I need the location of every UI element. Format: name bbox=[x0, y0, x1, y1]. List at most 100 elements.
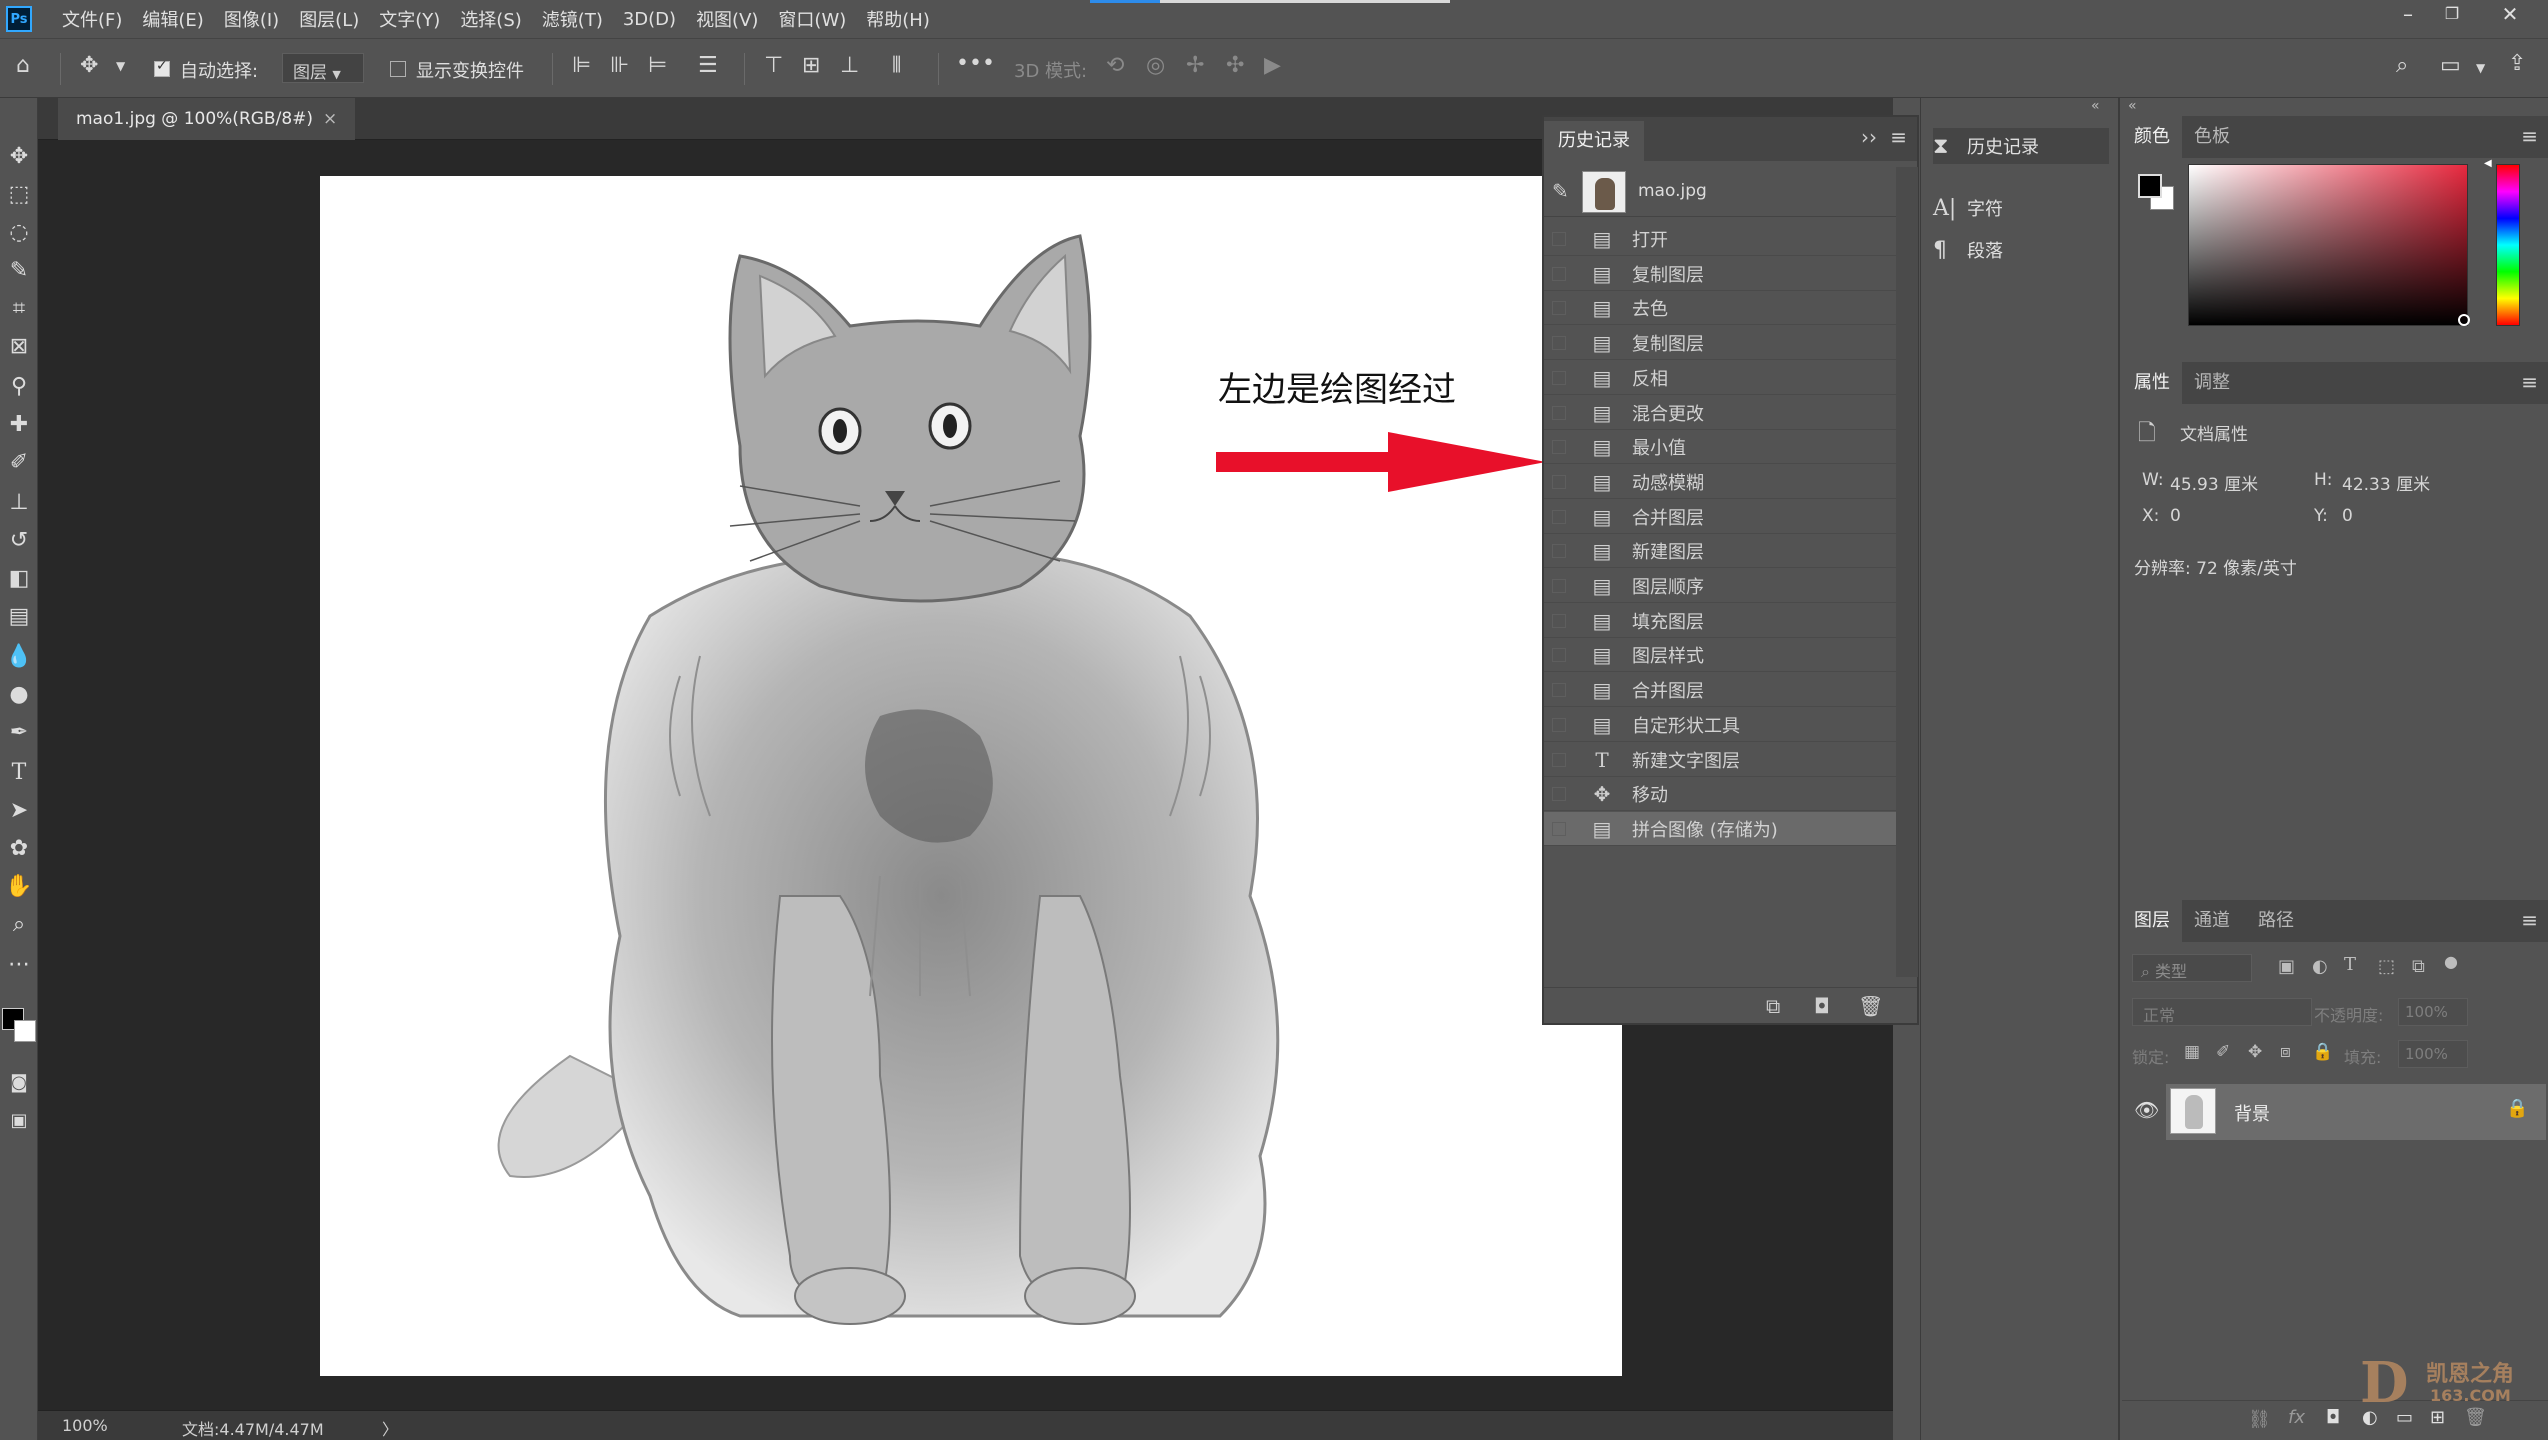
history-item[interactable]: ▤ 最小值 bbox=[1544, 430, 1896, 465]
dodge-tool-icon[interactable]: ● bbox=[4, 680, 34, 710]
menu-select[interactable]: 选择(S) bbox=[460, 6, 521, 32]
filter-adjustment-icon[interactable]: ◐ bbox=[2312, 956, 2328, 977]
chevron-down-icon[interactable]: ▼ bbox=[2476, 61, 2485, 75]
3d-roll-icon[interactable]: ◎ bbox=[1146, 53, 1165, 78]
3d-pan-icon[interactable]: ✢ bbox=[1186, 53, 1204, 78]
history-source-checkbox[interactable] bbox=[1552, 336, 1566, 351]
layer-row-background[interactable]: 背景 🔒 bbox=[2166, 1084, 2546, 1140]
history-item[interactable]: ▤ 新建图层 bbox=[1544, 534, 1896, 569]
history-item[interactable]: ▤ 图层顺序 bbox=[1544, 569, 1896, 603]
foreground-color-swatch-front[interactable] bbox=[2138, 174, 2162, 198]
menu-filter[interactable]: 滤镜(T) bbox=[542, 6, 603, 32]
history-brush-source-icon[interactable]: ✎ bbox=[1552, 179, 1569, 203]
align-center-icon[interactable]: ⊪ bbox=[610, 53, 629, 78]
tab-swatches[interactable]: 色板 bbox=[2182, 116, 2242, 158]
workspace-icon[interactable]: ▭ bbox=[2440, 53, 2461, 78]
menu-window[interactable]: 窗口(W) bbox=[778, 6, 846, 32]
background-color-swatch[interactable] bbox=[14, 1020, 36, 1042]
lasso-tool-icon[interactable]: ◌ bbox=[4, 218, 34, 248]
tab-adjustments[interactable]: 调整 bbox=[2182, 362, 2242, 404]
frame-tool-icon[interactable]: ⊠ bbox=[4, 332, 34, 362]
document-canvas[interactable] bbox=[320, 176, 1622, 1376]
history-item[interactable]: ▤ 填充图层 bbox=[1544, 604, 1896, 638]
stamp-tool-icon[interactable]: ⊥ bbox=[4, 488, 34, 518]
filter-toggle-icon[interactable]: ● bbox=[2444, 952, 2458, 971]
link-layers-icon[interactable]: ⛓ bbox=[2248, 1409, 2271, 1430]
chevron-down-icon[interactable]: ▼ bbox=[116, 59, 125, 73]
panel-menu-icon[interactable]: ≡ bbox=[2521, 908, 2538, 932]
tab-channels[interactable]: 通道 bbox=[2182, 900, 2242, 942]
trash-icon[interactable]: 🗑 bbox=[2464, 1407, 2487, 1428]
history-brush-tool-icon[interactable]: ↺ bbox=[4, 526, 34, 556]
history-item[interactable]: ▤ 拼合图像 (存储为) bbox=[1544, 811, 1896, 846]
color-picker-field[interactable] bbox=[2188, 164, 2468, 326]
distribute-vertical-icon[interactable]: ☰ bbox=[698, 53, 718, 78]
restore-icon[interactable]: ❐ bbox=[2432, 4, 2472, 23]
layer-filter-dropdown[interactable]: ⌕ 类型 bbox=[2132, 954, 2252, 982]
history-source-checkbox[interactable] bbox=[1552, 232, 1566, 246]
tab-properties[interactable]: 属性 bbox=[2122, 362, 2182, 404]
move-tool-icon[interactable]: ✥ bbox=[80, 53, 98, 78]
panel-menu-icon[interactable]: ≡ bbox=[2521, 124, 2538, 148]
filter-pixel-icon[interactable]: ▣ bbox=[2278, 956, 2295, 977]
history-item[interactable]: ▤ 混合更改 bbox=[1544, 396, 1896, 430]
lock-pixels-icon[interactable]: ✐ bbox=[2216, 1042, 2230, 1062]
more-options-icon[interactable]: ••• bbox=[956, 51, 995, 76]
history-item[interactable]: ✥ 移动 bbox=[1544, 777, 1896, 812]
3d-slide-icon[interactable]: ✣ bbox=[1226, 53, 1244, 78]
hue-slider[interactable] bbox=[2496, 164, 2520, 326]
move-tool-icon[interactable]: ✥ bbox=[4, 142, 34, 172]
document-tab[interactable]: mao1.jpg @ 100%(RGB/8#) × bbox=[58, 98, 356, 140]
crop-tool-icon[interactable]: ⌗ bbox=[4, 294, 34, 324]
eraser-tool-icon[interactable]: ◧ bbox=[4, 564, 34, 594]
healing-brush-tool-icon[interactable]: ✚ bbox=[4, 410, 34, 440]
y-value[interactable]: 0 bbox=[2342, 506, 2353, 526]
history-item[interactable]: ▤ 复制图层 bbox=[1544, 257, 1896, 291]
blend-mode-dropdown[interactable]: 正常 bbox=[2132, 998, 2312, 1026]
history-source-checkbox[interactable] bbox=[1552, 787, 1566, 802]
history-source-checkbox[interactable] bbox=[1552, 579, 1566, 593]
auto-select-checkbox[interactable] bbox=[154, 58, 170, 77]
history-item[interactable]: ▤ 反相 bbox=[1544, 361, 1896, 395]
history-item[interactable]: ▤ 打开 bbox=[1544, 222, 1896, 256]
tab-color[interactable]: 颜色 bbox=[2122, 116, 2182, 158]
history-item[interactable]: ▤ 合并图层 bbox=[1544, 673, 1896, 708]
menu-edit[interactable]: 编辑(E) bbox=[142, 6, 203, 32]
history-source-checkbox[interactable] bbox=[1552, 474, 1566, 489]
3d-camera-icon[interactable]: ▶ bbox=[1264, 53, 1281, 78]
path-select-tool-icon[interactable]: ➤ bbox=[4, 796, 34, 826]
add-mask-icon[interactable]: ◘ bbox=[2326, 1407, 2340, 1428]
panel-menu-icon[interactable]: ≡ bbox=[1890, 125, 1907, 149]
new-layer-icon[interactable]: ⊞ bbox=[2430, 1407, 2445, 1428]
marquee-tool-icon[interactable]: ⬚ bbox=[4, 180, 34, 210]
collapsed-paragraph-button[interactable]: ¶ 段落 bbox=[1933, 232, 2109, 268]
history-source-checkbox[interactable] bbox=[1552, 683, 1566, 698]
shape-tool-icon[interactable]: ✿ bbox=[4, 834, 34, 864]
brush-tool-icon[interactable]: ✐ bbox=[4, 448, 34, 478]
history-item[interactable]: ▤ 自定形状工具 bbox=[1544, 708, 1896, 742]
distribute-horizontal-icon[interactable]: ⫴ bbox=[892, 53, 901, 78]
blur-tool-icon[interactable]: 💧 bbox=[4, 642, 34, 672]
screen-mode-icon[interactable]: ▣ bbox=[4, 1106, 34, 1136]
lock-artboard-icon[interactable]: ⧈ bbox=[2280, 1042, 2291, 1062]
more-tools-icon[interactable]: ⋯ bbox=[4, 950, 34, 980]
hue-slider-handle[interactable]: ◀ bbox=[2484, 158, 2492, 169]
menu-type[interactable]: 文字(Y) bbox=[379, 6, 440, 32]
expand-icon[interactable]: ›› bbox=[1861, 125, 1877, 149]
lock-all-icon[interactable]: 🔒 bbox=[2312, 1042, 2333, 1062]
zoom-level[interactable]: 100% bbox=[62, 1416, 108, 1435]
filter-smart-object-icon[interactable]: ⧉ bbox=[2412, 956, 2425, 977]
fx-icon[interactable]: fx bbox=[2288, 1407, 2305, 1428]
pen-tool-icon[interactable]: ✒ bbox=[4, 718, 34, 748]
history-item[interactable]: T 新建文字图层 bbox=[1544, 743, 1896, 777]
eyedropper-tool-icon[interactable]: ⚲ bbox=[4, 372, 34, 402]
quick-mask-icon[interactable]: ◙ bbox=[4, 1068, 34, 1098]
history-source-checkbox[interactable] bbox=[1552, 370, 1566, 385]
history-source-checkbox[interactable] bbox=[1552, 405, 1566, 420]
eye-icon[interactable]: 👁 bbox=[2134, 1098, 2159, 1122]
home-icon[interactable]: ⌂ bbox=[16, 53, 30, 78]
layer-name[interactable]: 背景 bbox=[2234, 1100, 2270, 1126]
height-value[interactable]: 42.33 厘米 bbox=[2342, 470, 2430, 495]
quick-select-tool-icon[interactable]: ✎ bbox=[4, 256, 34, 286]
history-item[interactable]: ▤ 图层样式 bbox=[1544, 638, 1896, 673]
